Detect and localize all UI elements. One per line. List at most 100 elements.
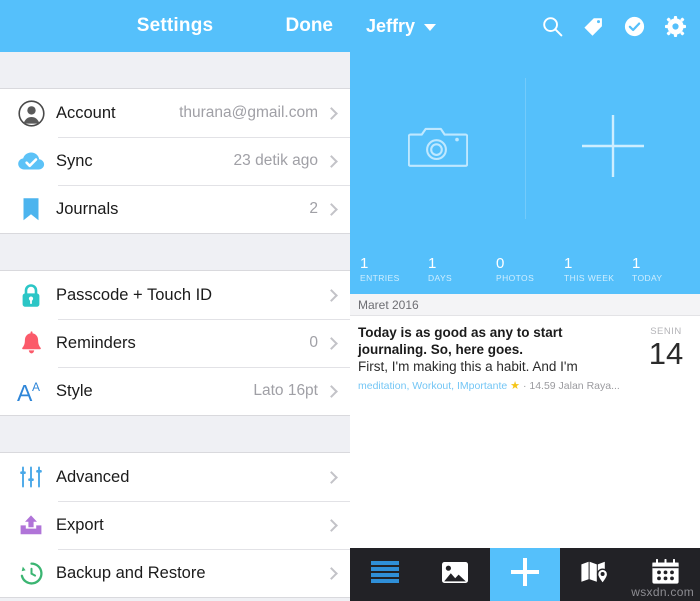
stat-entries: 1 ENTRIES	[360, 245, 428, 294]
list-item[interactable]: Today is as good as any to start journal…	[350, 316, 700, 402]
settings-group-security: Passcode + Touch ID Reminders 0 A A Styl…	[0, 270, 350, 416]
chevron-right-icon	[325, 470, 338, 484]
app-root: Settings Done Account thurana@gmail.com	[0, 0, 700, 601]
add-photo-button[interactable]	[350, 122, 525, 175]
chevron-right-icon	[325, 518, 338, 532]
new-entry-tab[interactable]	[490, 548, 560, 601]
account-icon	[14, 99, 48, 127]
chevron-right-icon	[325, 154, 338, 168]
export-upload-icon	[14, 513, 48, 537]
sidebar-item-label: Reminders	[56, 333, 136, 352]
list-tab[interactable]	[350, 548, 420, 601]
chevron-right-icon	[325, 106, 338, 120]
month-label: Maret 2016	[358, 297, 419, 312]
sliders-icon	[14, 465, 48, 489]
sidebar-item-journals[interactable]: Journals 2	[0, 185, 350, 233]
settings-gap-2	[0, 416, 350, 452]
plus-icon	[508, 555, 542, 594]
lock-icon	[14, 283, 48, 308]
settings-group-account: Account thurana@gmail.com Sync 23 detik …	[0, 88, 350, 234]
map-pin-icon	[580, 560, 610, 590]
settings-gap-1	[0, 234, 350, 270]
entry-date-block: SENIN 14	[640, 324, 692, 393]
done-button[interactable]: Done	[286, 15, 334, 37]
sidebar-item-sync[interactable]: Sync 23 detik ago	[0, 137, 350, 185]
entry-meta-row: meditation, Workout, IMportante ★ · 14.5…	[358, 379, 634, 393]
entry-day-number: 14	[648, 336, 684, 371]
svg-text:A: A	[17, 380, 33, 404]
chevron-right-icon	[325, 384, 338, 398]
chevron-right-icon	[325, 288, 338, 302]
stat-value: 1	[564, 255, 573, 272]
chevron-right-icon	[325, 336, 338, 350]
check-circle-icon[interactable]	[624, 16, 645, 37]
star-icon: ★	[510, 380, 521, 392]
journal-header: Jeffry	[350, 0, 700, 52]
sidebar-item-advanced[interactable]: Advanced	[0, 453, 350, 501]
sidebar-item-value: Lato 16pt	[253, 382, 318, 399]
new-entry-button[interactable]	[525, 111, 700, 186]
sidebar-item-label: Account	[56, 103, 116, 122]
stat-label: DAYS	[428, 273, 453, 283]
journal-panel: Jeffry 1 ENTRIES 1 DAYS 0 PHOTOS 1 THIS …	[350, 0, 700, 601]
stat-today: 1 TODAY	[632, 245, 700, 294]
sidebar-item-value: thurana@gmail.com	[179, 104, 318, 121]
sidebar-item-style[interactable]: A A Style Lato 16pt	[0, 367, 350, 415]
entry-text-block: Today is as good as any to start journal…	[358, 324, 640, 393]
journal-empty-area	[350, 397, 700, 548]
sidebar-item-passcode[interactable]: Passcode + Touch ID	[0, 271, 350, 319]
stat-value: 1	[428, 255, 437, 272]
sidebar-item-value: 0	[309, 334, 318, 351]
chevron-right-icon	[325, 202, 338, 216]
sidebar-item-value: 2	[309, 200, 318, 217]
list-icon	[370, 559, 400, 590]
entry-tags[interactable]: meditation, Workout, IMportante	[358, 380, 507, 392]
plus-icon	[578, 111, 648, 186]
backup-restore-icon	[14, 561, 48, 586]
sidebar-item-value: 23 detik ago	[233, 152, 318, 169]
page-title: Settings	[136, 15, 214, 36]
entry-title-line2: journaling. So, here goes.	[358, 342, 524, 357]
chevron-down-icon[interactable]	[424, 24, 437, 31]
sidebar-item-backup-restore[interactable]: Backup and Restore	[0, 549, 350, 597]
calendar-icon	[651, 558, 680, 590]
settings-group-tools: Advanced Export Backup and Restore	[0, 452, 350, 598]
stat-days: 1 DAYS	[428, 245, 496, 294]
svg-text:A: A	[32, 380, 40, 394]
stat-value: 1	[360, 255, 369, 272]
entry-body-line: First, I'm making this a habit. And I'm	[358, 359, 578, 374]
search-icon[interactable]	[542, 16, 563, 37]
stat-value: 0	[496, 255, 505, 272]
sidebar-item-reminders[interactable]: Reminders 0	[0, 319, 350, 367]
sidebar-item-export[interactable]: Export	[0, 501, 350, 549]
font-style-icon: A A	[14, 379, 48, 404]
sidebar-item-label: Journals	[56, 199, 119, 218]
stat-photos: 0 PHOTOS	[496, 245, 564, 294]
photo-icon	[441, 560, 469, 590]
bookmark-icon	[14, 197, 48, 222]
bottom-tabbar	[350, 548, 700, 601]
entry-meta-text: · 14.59 Jalan Raya...	[522, 380, 620, 392]
stat-this-week: 1 THIS WEEK	[564, 245, 632, 294]
photos-tab[interactable]	[420, 548, 490, 601]
settings-gap-top	[0, 52, 350, 88]
stat-label: THIS WEEK	[564, 273, 615, 283]
stat-value: 1	[632, 255, 641, 272]
sidebar-item-label: Sync	[56, 151, 93, 170]
sidebar-item-account[interactable]: Account thurana@gmail.com	[0, 89, 350, 137]
month-section-header: Maret 2016	[350, 294, 700, 316]
sync-cloud-icon	[14, 150, 48, 172]
camera-icon	[407, 122, 468, 175]
tag-icon[interactable]	[583, 16, 604, 37]
sidebar-item-label: Passcode + Touch ID	[56, 285, 213, 304]
journal-name-label[interactable]: Jeffry	[366, 16, 415, 37]
bell-icon	[14, 330, 48, 356]
journal-hero	[350, 52, 700, 245]
calendar-tab[interactable]	[630, 548, 700, 601]
stat-label: TODAY	[632, 273, 663, 283]
sidebar-item-label: Export	[56, 515, 104, 534]
hero-divider	[525, 78, 526, 219]
gear-icon[interactable]	[665, 15, 686, 37]
settings-header: Settings Done	[0, 0, 350, 52]
map-tab[interactable]	[560, 548, 630, 601]
